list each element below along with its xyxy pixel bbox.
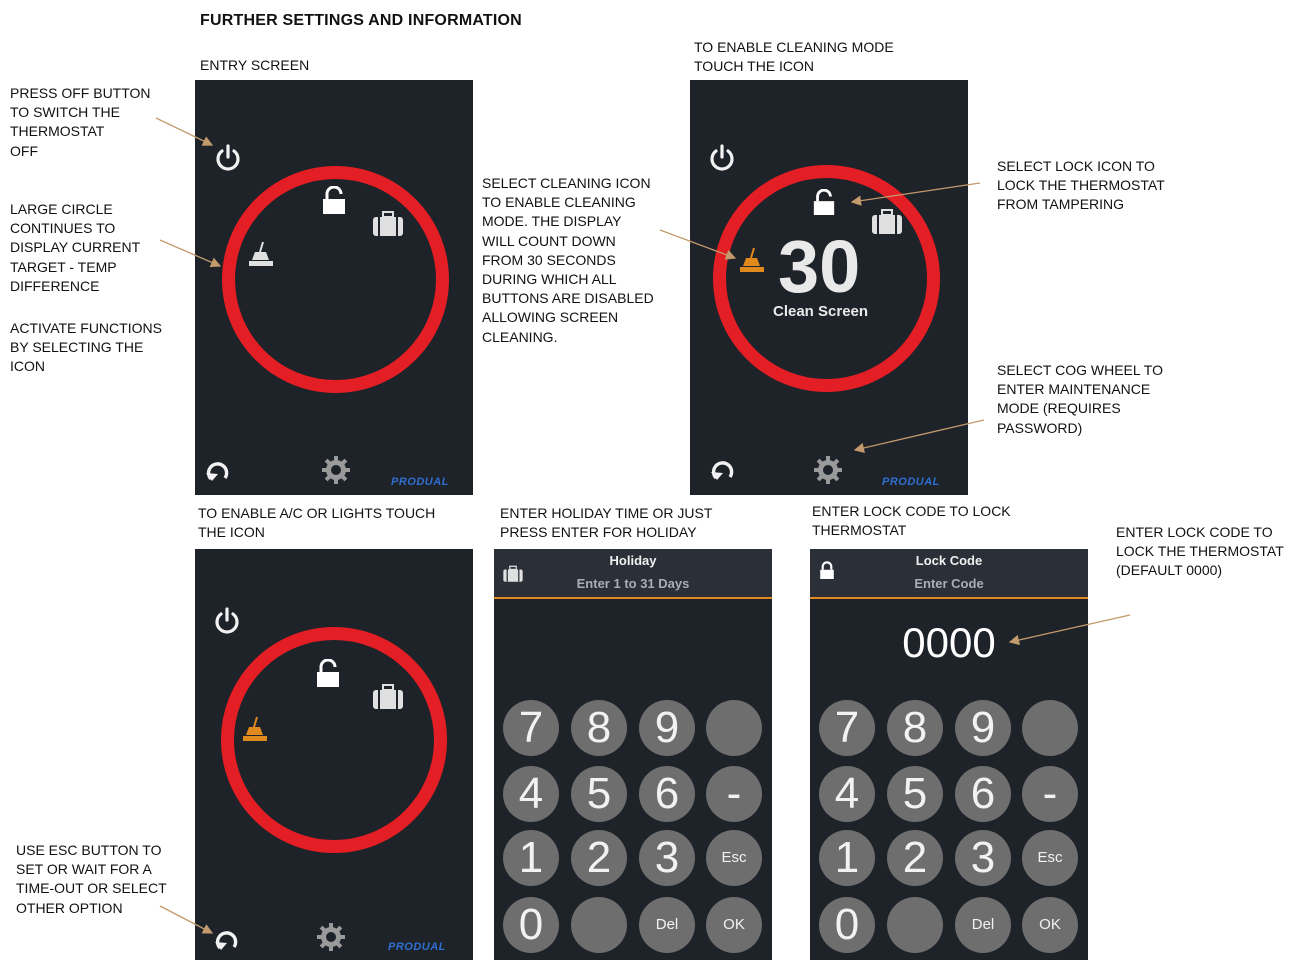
arrow-cog — [853, 419, 985, 454]
arrow-esc — [159, 905, 214, 934]
arrow-off — [155, 117, 214, 146]
arrow-clean — [659, 229, 737, 260]
arrow-circle — [159, 239, 222, 268]
arrow-lock — [850, 182, 981, 206]
arrow-code — [1008, 614, 1131, 646]
annotation-arrows — [155, 117, 1131, 934]
